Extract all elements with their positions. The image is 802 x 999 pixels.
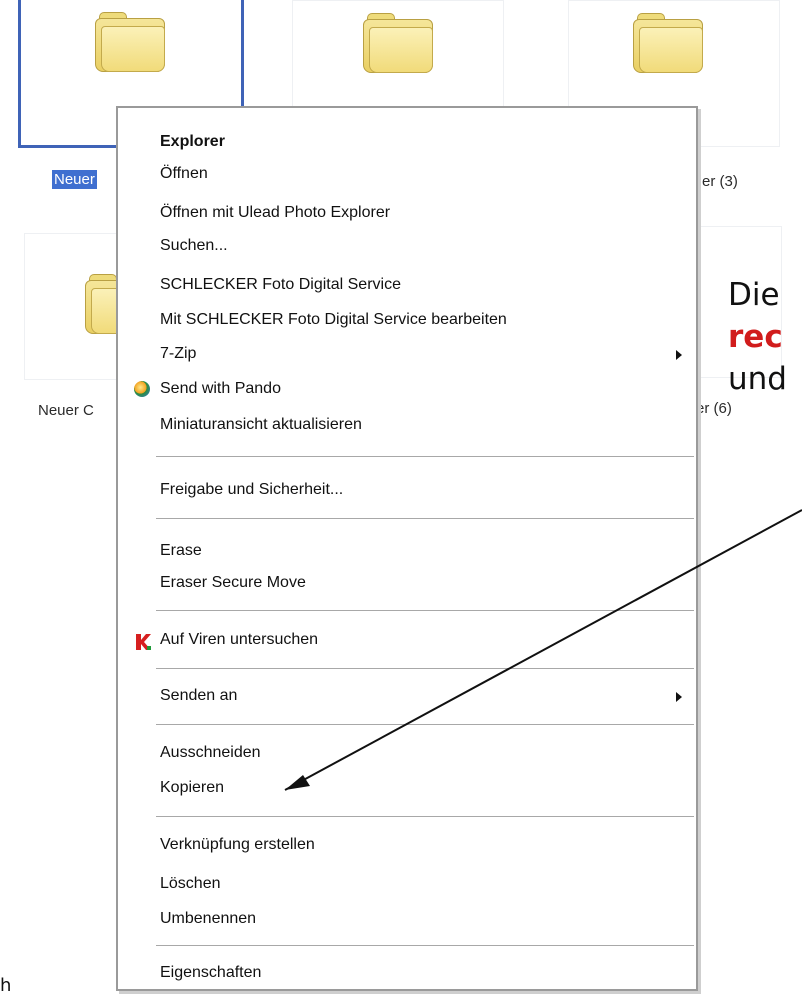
- menu-item-schlecker-service[interactable]: SCHLECKER Foto Digital Service: [118, 269, 696, 301]
- menu-item-label: Mit SCHLECKER Foto Digital Service bearb…: [160, 311, 507, 328]
- menu-separator: [156, 816, 694, 818]
- menu-separator: [156, 518, 694, 520]
- menu-separator: [156, 610, 694, 612]
- menu-item-label: Eraser Secure Move: [160, 574, 306, 591]
- menu-item-properties[interactable]: Eigenschaften: [118, 957, 696, 989]
- menu-item-label: 7-Zip: [160, 345, 197, 362]
- submenu-arrow-icon: [676, 692, 682, 702]
- menu-item-explorer[interactable]: Explorer: [118, 126, 696, 158]
- menu-item-label: Freigabe und Sicherheit...: [160, 481, 344, 498]
- submenu-arrow-icon: [676, 350, 682, 360]
- menu-item-label: Erase: [160, 542, 202, 559]
- annotation-line-2: rec: [728, 319, 783, 355]
- menu-item-refresh-thumbnail[interactable]: Miniaturansicht aktualisieren: [118, 409, 696, 441]
- menu-item-label: Send with Pando: [160, 380, 281, 397]
- menu-item-label: Ausschneiden: [160, 744, 261, 761]
- menu-separator: [156, 724, 694, 726]
- folder-icon: [95, 12, 165, 72]
- context-menu: Explorer Öffnen Öffnen mit Ulead Photo E…: [116, 106, 698, 991]
- kaspersky-icon: [134, 631, 152, 650]
- menu-item-erase[interactable]: Erase: [118, 535, 696, 567]
- menu-item-suchen[interactable]: Suchen...: [118, 230, 696, 262]
- menu-item-label: Suchen...: [160, 237, 228, 254]
- pando-icon: [134, 381, 150, 397]
- menu-item-open-with-ulead[interactable]: Öffnen mit Ulead Photo Explorer: [118, 197, 696, 229]
- menu-item-send-to[interactable]: Senden an: [118, 680, 696, 712]
- menu-item-create-shortcut[interactable]: Verknüpfung erstellen: [118, 829, 696, 861]
- menu-item-eraser-secure-move[interactable]: Eraser Secure Move: [118, 567, 696, 599]
- folder-icon: [633, 13, 703, 73]
- menu-separator: [156, 456, 694, 458]
- menu-item-label: Auf Viren untersuchen: [160, 631, 319, 648]
- menu-item-label: Verknüpfung erstellen: [160, 836, 315, 853]
- folder-label-3[interactable]: er (3): [702, 173, 738, 190]
- menu-item-label: Löschen: [160, 875, 221, 892]
- menu-item-7zip[interactable]: 7-Zip: [118, 338, 696, 370]
- menu-item-schlecker-edit[interactable]: Mit SCHLECKER Foto Digital Service bearb…: [118, 304, 696, 336]
- menu-item-copy[interactable]: Kopieren: [118, 772, 696, 804]
- menu-item-delete[interactable]: Löschen: [118, 868, 696, 900]
- folder-label-4[interactable]: Neuer C: [38, 402, 94, 419]
- menu-item-virus-scan[interactable]: Auf Viren untersuchen: [118, 624, 696, 656]
- menu-item-label: Kopieren: [160, 779, 225, 796]
- menu-item-label: Öffnen: [160, 165, 208, 182]
- folder-label-selected[interactable]: Neuer: [52, 170, 97, 189]
- menu-separator: [156, 668, 694, 670]
- menu-item-label: Eigenschaften: [160, 964, 262, 981]
- folder-icon: [363, 13, 433, 73]
- menu-item-label: Öffnen mit Ulead Photo Explorer: [160, 204, 391, 221]
- folder-label-6[interactable]: er (6): [696, 400, 732, 417]
- menu-item-sharing-security[interactable]: Freigabe und Sicherheit...: [118, 474, 696, 506]
- menu-item-label: Miniaturansicht aktualisieren: [160, 416, 362, 433]
- menu-item-cut[interactable]: Ausschneiden: [118, 737, 696, 769]
- menu-item-label: Umbenennen: [160, 910, 257, 927]
- menu-item-label: Senden an: [160, 687, 238, 704]
- menu-item-label: SCHLECKER Foto Digital Service: [160, 276, 401, 293]
- menu-item-rename[interactable]: Umbenennen: [118, 903, 696, 935]
- menu-item-send-with-pando[interactable]: Send with Pando: [118, 373, 696, 405]
- annotation-line-1: Die: [728, 277, 780, 313]
- menu-item-label: Explorer: [160, 133, 225, 150]
- menu-separator: [156, 945, 694, 947]
- annotation-line-3: und: [728, 361, 787, 397]
- menu-item-oeffnen[interactable]: Öffnen: [118, 158, 696, 190]
- bottom-text-fragment: h: [0, 975, 12, 996]
